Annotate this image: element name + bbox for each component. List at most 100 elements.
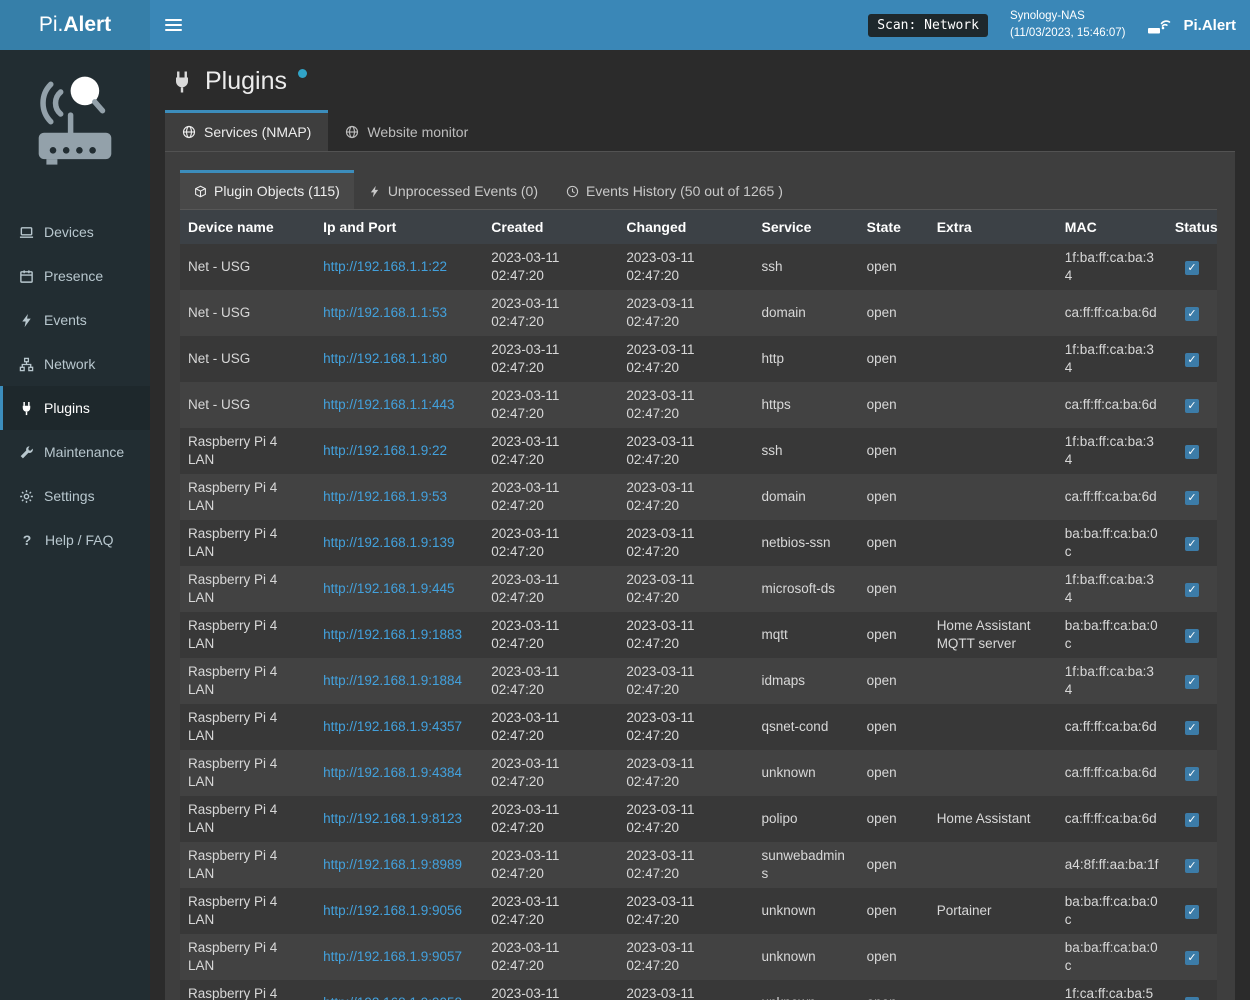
ip-port-link[interactable]: http://192.168.1.9:1884 xyxy=(323,673,462,688)
sidebar-toggle-button[interactable] xyxy=(150,0,196,50)
extra-cell xyxy=(929,428,1057,474)
service-cell: microsoft-ds xyxy=(754,566,859,612)
status-cell: ✓ xyxy=(1167,612,1217,658)
sidebar-item-events[interactable]: Events xyxy=(0,298,150,342)
status-cell: ✓ xyxy=(1167,428,1217,474)
sidebar-logo xyxy=(0,50,150,188)
subtab-plugin-objects[interactable]: Plugin Objects (115) xyxy=(180,170,354,209)
status-checkbox[interactable]: ✓ xyxy=(1185,491,1199,505)
sidebar-item-presence[interactable]: Presence xyxy=(0,254,150,298)
changed-cell: 2023-03-11 02:47:20 xyxy=(618,520,753,566)
status-cell: ✓ xyxy=(1167,474,1217,520)
status-checkbox[interactable]: ✓ xyxy=(1185,445,1199,459)
device-name-cell: Raspberry Pi 4 LAN xyxy=(180,934,315,980)
status-checkbox[interactable]: ✓ xyxy=(1185,629,1199,643)
ip-port-link[interactable]: http://192.168.1.1:443 xyxy=(323,397,454,412)
status-checkbox[interactable]: ✓ xyxy=(1185,307,1199,321)
extra-cell xyxy=(929,336,1057,382)
sidebar-item-help[interactable]: ? Help / FAQ xyxy=(0,518,150,562)
mac-cell: 1f:ba:ff:ca:ba:34 xyxy=(1057,336,1167,382)
ip-port-link[interactable]: http://192.168.1.9:8989 xyxy=(323,857,462,872)
status-checkbox[interactable]: ✓ xyxy=(1185,721,1199,735)
status-checkbox[interactable]: ✓ xyxy=(1185,859,1199,873)
ip-port-link[interactable]: http://192.168.1.9:1883 xyxy=(323,627,462,642)
ip-port-link[interactable]: http://192.168.1.9:445 xyxy=(323,581,454,596)
extra-cell xyxy=(929,566,1057,612)
extra-cell: Portainer xyxy=(929,888,1057,934)
service-cell: ssh xyxy=(754,244,859,290)
state-cell: open xyxy=(859,382,929,428)
ip-port-link[interactable]: http://192.168.1.9:9057 xyxy=(323,949,462,964)
subtab-events-history[interactable]: Events History (50 out of 1265 ) xyxy=(552,170,797,209)
sidebar-item-devices[interactable]: Devices xyxy=(0,210,150,254)
ip-port-link[interactable]: http://192.168.1.9:22 xyxy=(323,443,447,458)
status-checkbox[interactable]: ✓ xyxy=(1185,675,1199,689)
ip-port-link[interactable]: http://192.168.1.1:53 xyxy=(323,305,447,320)
clock-icon xyxy=(566,185,579,198)
changed-cell: 2023-03-11 02:47:20 xyxy=(618,612,753,658)
status-cell: ✓ xyxy=(1167,520,1217,566)
device-name-cell: Raspberry Pi 4 LAN xyxy=(180,612,315,658)
sidebar-item-network[interactable]: Network xyxy=(0,342,150,386)
mac-cell: ca:ff:ff:ca:ba:6d xyxy=(1057,796,1167,842)
status-checkbox[interactable]: ✓ xyxy=(1185,767,1199,781)
status-checkbox[interactable]: ✓ xyxy=(1185,951,1199,965)
status-checkbox[interactable]: ✓ xyxy=(1185,813,1199,827)
created-cell: 2023-03-11 02:47:20 xyxy=(483,750,618,796)
ip-port-link[interactable]: http://192.168.1.9:4357 xyxy=(323,719,462,734)
tab-website-monitor[interactable]: Website monitor xyxy=(328,110,485,151)
status-checkbox[interactable]: ✓ xyxy=(1185,261,1199,275)
events-icon xyxy=(19,313,34,328)
status-checkbox[interactable]: ✓ xyxy=(1185,399,1199,413)
mac-cell: 1f:ca:ff:ca:ba:5b xyxy=(1057,980,1167,1000)
ip-port-link[interactable]: http://192.168.1.1:22 xyxy=(323,259,447,274)
plugins-icon xyxy=(19,401,34,416)
plugins-help-badge[interactable] xyxy=(298,69,307,78)
sidebar-item-settings[interactable]: Settings xyxy=(0,474,150,518)
extra-cell xyxy=(929,520,1057,566)
ip-port-link[interactable]: http://192.168.1.9:53 xyxy=(323,489,447,504)
state-cell: open xyxy=(859,934,929,980)
status-cell: ✓ xyxy=(1167,704,1217,750)
status-cell: ✓ xyxy=(1167,796,1217,842)
ip-port-link[interactable]: http://192.168.1.9:139 xyxy=(323,535,454,550)
extra-cell: Home Assistant xyxy=(929,796,1057,842)
state-cell: open xyxy=(859,428,929,474)
ip-port-link[interactable]: http://192.168.1.9:9058 xyxy=(323,995,462,1000)
device-name-cell: Raspberry Pi 4 LAN xyxy=(180,888,315,934)
subtab-unprocessed-events[interactable]: Unprocessed Events (0) xyxy=(354,170,552,209)
ip-port-link[interactable]: http://192.168.1.9:4384 xyxy=(323,765,462,780)
mac-cell: 1f:ba:ff:ca:ba:34 xyxy=(1057,566,1167,612)
device-name-cell: Net - USG xyxy=(180,382,315,428)
ip-port-cell: http://192.168.1.9:4357 xyxy=(315,704,483,750)
ip-port-cell: http://192.168.1.9:8123 xyxy=(315,796,483,842)
ip-port-link[interactable]: http://192.168.1.9:8123 xyxy=(323,811,462,826)
brand-text: Pi.Alert xyxy=(1183,17,1236,34)
tab-label: Website monitor xyxy=(367,124,468,140)
status-checkbox[interactable]: ✓ xyxy=(1185,905,1199,919)
status-checkbox[interactable]: ✓ xyxy=(1185,537,1199,551)
sidebar-item-maintenance[interactable]: Maintenance xyxy=(0,430,150,474)
device-name-cell: Raspberry Pi 4 LAN xyxy=(180,796,315,842)
tab-services-nmap[interactable]: Services (NMAP) xyxy=(165,110,328,151)
mac-cell: ca:ff:ff:ca:ba:6d xyxy=(1057,750,1167,796)
ip-port-link[interactable]: http://192.168.1.1:80 xyxy=(323,351,447,366)
status-cell: ✓ xyxy=(1167,336,1217,382)
sidebar-item-label: Help / FAQ xyxy=(45,532,113,548)
plugin-subtabs: Plugin Objects (115) Unprocessed Events … xyxy=(180,170,1217,210)
device-name-cell: Raspberry Pi 4 LAN xyxy=(180,520,315,566)
table-row: Raspberry Pi 4 LANhttp://192.168.1.9:905… xyxy=(180,980,1217,1000)
extra-cell xyxy=(929,750,1057,796)
app-logo[interactable]: Pi.Alert xyxy=(0,0,150,50)
ip-port-link[interactable]: http://192.168.1.9:9056 xyxy=(323,903,462,918)
status-checkbox[interactable]: ✓ xyxy=(1185,353,1199,367)
state-cell: open xyxy=(859,474,929,520)
status-cell: ✓ xyxy=(1167,980,1217,1000)
presence-icon xyxy=(19,269,34,284)
status-checkbox[interactable]: ✓ xyxy=(1185,583,1199,597)
extra-cell: Home Assistant MQTT server xyxy=(929,612,1057,658)
sidebar-item-plugins[interactable]: Plugins xyxy=(0,386,150,430)
state-cell: open xyxy=(859,980,929,1000)
changed-cell: 2023-03-11 02:47:20 xyxy=(618,796,753,842)
device-name-cell: Raspberry Pi 4 LAN xyxy=(180,750,315,796)
